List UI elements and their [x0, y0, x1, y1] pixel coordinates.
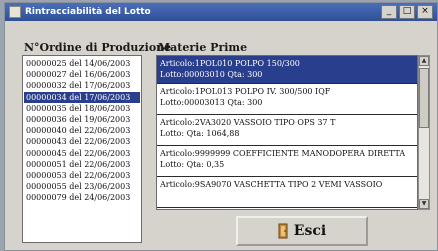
order-list-item[interactable]: 00000034 del 17/06/2003 [24, 91, 140, 103]
material-lot-qty: Lotto:00003013 Qta: 300 [160, 98, 263, 107]
materials-listbox[interactable]: Articolo:1POL010 POLPO 150/300 Lotto:0000… [156, 55, 418, 210]
window-title: Rintracciabilità del Lotto [25, 7, 151, 17]
material-article: Articolo:9SA9070 VASCHETTA TIPO 2 VEMI V… [160, 180, 383, 189]
exit-button[interactable]: Esci [236, 216, 368, 246]
material-list-item[interactable]: Articolo:9999999 COEFFICIENTE MANODOPERA… [157, 146, 417, 177]
maximize-button[interactable]: □ [399, 5, 415, 19]
material-list-item[interactable]: Articolo:1POL010 POLPO 150/300 Lotto:0000… [157, 56, 417, 84]
material-list-item[interactable]: Articolo:1POL013 POLPO IV. 300/500 IQF Lo… [157, 84, 417, 115]
order-list-item[interactable]: 00000045 del 22/06/2003 [24, 148, 140, 159]
material-article: Articolo:1POL010 POLPO 150/300 [160, 59, 300, 68]
order-list-item[interactable]: 00000032 del 17/06/2003 [24, 80, 140, 91]
order-list-item[interactable]: 00000036 del 19/06/2003 [24, 114, 140, 125]
order-list-item[interactable]: 00000055 del 23/06/2003 [24, 181, 140, 192]
door-exit-icon [278, 223, 288, 239]
order-list-item[interactable]: 00000035 del 18/06/2003 [24, 103, 140, 114]
materials-scrollbar[interactable]: ▲ ▼ [418, 55, 430, 210]
materials-label: Materie Prime [158, 41, 248, 54]
material-article: Articolo:1POL013 POLPO IV. 300/500 IQF [160, 87, 331, 96]
app-icon [9, 6, 21, 18]
order-list-item[interactable]: 00000053 del 22/06/2003 [24, 170, 140, 181]
close-button[interactable]: × [417, 5, 433, 19]
material-lot-qty: Lotto: Qta: 0,35 [160, 160, 225, 169]
order-list-item[interactable]: 00000040 del 22/06/2003 [24, 125, 140, 136]
material-list-item[interactable]: Articolo:2VA3020 VASSOIO TIPO OPS 37 T Lo… [157, 115, 417, 146]
order-list-item[interactable]: 00000079 del 24/06/2003 [24, 192, 140, 203]
order-list-item[interactable]: 00000051 del 22/06/2003 [24, 159, 140, 170]
orders-label: N°Ordine di Produzione [24, 41, 172, 54]
exit-button-label: Esci [293, 223, 327, 239]
scroll-up-arrow-icon[interactable]: ▲ [419, 56, 429, 66]
orders-listbox[interactable]: 00000025 del 14/06/2003 00000027 del 16/0… [22, 55, 142, 243]
window-controls: _ □ × [381, 5, 433, 19]
order-list-item[interactable]: 00000043 del 22/06/2003 [24, 136, 140, 147]
order-list-item[interactable]: 00000025 del 14/06/2003 [24, 58, 140, 69]
scroll-down-arrow-icon[interactable]: ▼ [419, 199, 429, 209]
material-lot-qty: Lotto: Qta: 1064,88 [160, 129, 240, 138]
material-lot-qty: Lotto:00003010 Qta: 300 [160, 70, 263, 79]
material-article: Articolo:2VA3020 VASSOIO TIPO OPS 37 T [160, 118, 336, 127]
material-article: Articolo:9999999 COEFFICIENTE MANODOPERA… [160, 149, 406, 158]
scroll-thumb[interactable] [419, 68, 429, 128]
minimize-button[interactable]: _ [381, 5, 397, 19]
title-bar[interactable]: Rintracciabilità del Lotto _ □ × [5, 3, 437, 21]
order-list-item[interactable]: 00000027 del 16/06/2003 [24, 69, 140, 80]
material-list-item[interactable]: Articolo:9SA9070 VASCHETTA TIPO 2 VEMI V… [157, 177, 417, 208]
